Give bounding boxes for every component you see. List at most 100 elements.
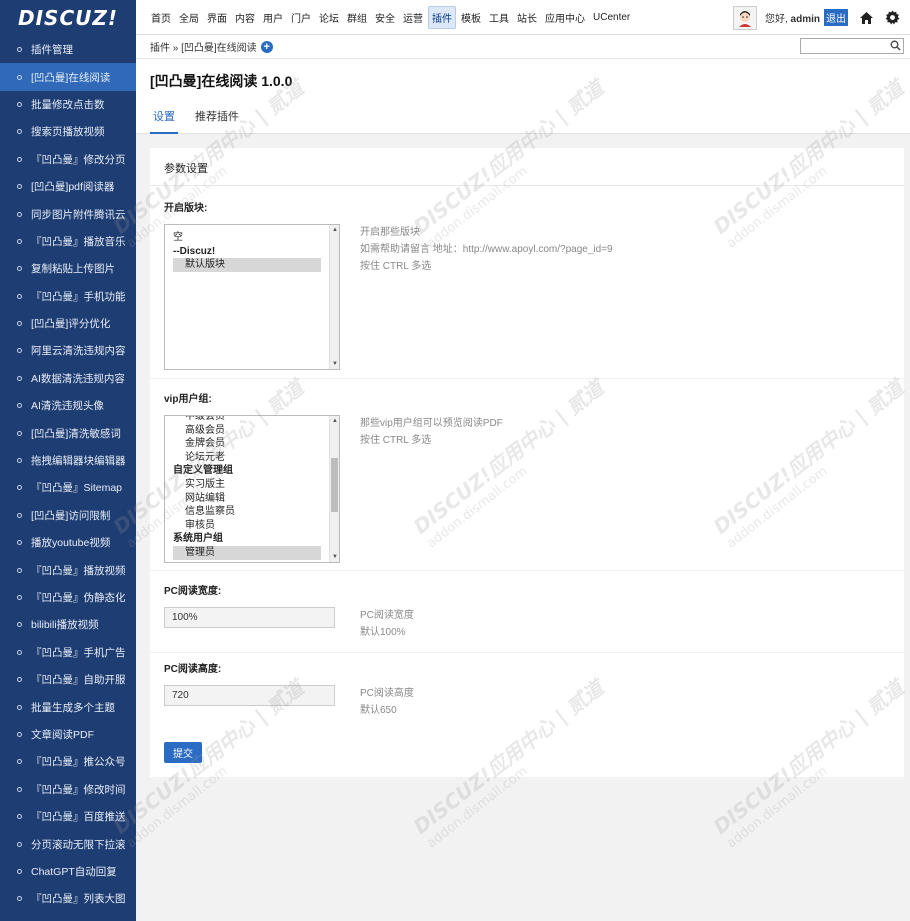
top-nav-item[interactable]: 门户 [288,7,314,28]
top-nav-item[interactable]: 运营 [400,7,426,28]
select-option[interactable]: 自定义管理组 [173,464,339,478]
sidebar-item[interactable]: 『凹凸曼』修改分页 [0,146,136,173]
block-scrollbar[interactable]: ▲ ▼ [329,225,339,369]
scroll-thumb[interactable] [331,458,338,512]
scroll-down-icon[interactable]: ▼ [332,361,338,367]
tab-recommend[interactable]: 推荐插件 [192,107,242,134]
sidebar-item[interactable]: 拖拽编辑器块编辑器 [0,447,136,474]
select-option[interactable]: 管理员 [173,545,321,560]
sidebar-item[interactable]: 搜索页播放视频 [0,118,136,145]
top-nav-item[interactable]: 首页 [148,7,174,28]
sidebar-item[interactable]: 『凹凸曼』列表大图 [0,885,136,912]
select-option[interactable]: 空 [173,231,339,245]
select-option[interactable]: 系统用户组 [173,532,339,546]
top-nav-item[interactable]: 安全 [372,7,398,28]
sidebar-item[interactable]: [凹凸曼]pdf阅读器 [0,173,136,200]
logout-button[interactable]: 退出 [824,9,848,26]
sidebar-item[interactable]: 插件管理 [0,36,136,63]
top-nav-item[interactable]: UCenter [590,9,633,26]
sidebar-item[interactable]: 『凹凸曼』修改时间 [0,776,136,803]
search-input[interactable] [800,38,904,54]
sidebar-item[interactable]: [凹凸曼]访问限制 [0,502,136,529]
bullet-icon [17,704,22,710]
select-option[interactable]: 高级会员 [173,424,339,438]
sidebar-item[interactable]: 『凹凸曼』Sitemap [0,474,136,501]
sidebar-item[interactable]: 『凹凸曼』手机广告 [0,639,136,666]
sidebar-item[interactable]: 阿里云清洗违规内容 [0,337,136,364]
discuz-logo[interactable]: DISCUZ! [0,0,136,36]
home-icon[interactable] [858,10,874,26]
bullet-icon [17,293,22,299]
sidebar-item-label: 播放youtube视频 [31,537,111,550]
top-nav-item[interactable]: 用户 [260,7,286,28]
sidebar-item[interactable]: [凹凸曼]评分优化 [0,310,136,337]
select-option[interactable]: 中级会员 [173,416,339,424]
bullet-icon [17,458,22,464]
breadcrumb-text[interactable]: 插件 » [凹凸曼]在线阅读 [150,39,257,54]
top-nav-item[interactable]: 全局 [176,7,202,28]
bullet-icon [17,814,22,820]
select-option[interactable]: 金牌会员 [173,437,339,451]
select-option[interactable]: 实习版主 [173,478,339,492]
sidebar-item[interactable]: AI清洗违规头像 [0,392,136,419]
top-nav-item[interactable]: 群组 [344,7,370,28]
select-option[interactable]: 默认版块 [173,258,321,272]
sidebar-item[interactable]: 『凹凸曼』推公众号 [0,748,136,775]
greeting: 您好, admin [765,10,820,25]
height-input[interactable] [164,685,335,706]
sidebar-item[interactable]: 分页滚动无限下拉滚 [0,830,136,857]
greeting-text: 您好, [764,14,788,25]
sidebar-item[interactable]: [凹凸曼]在线阅读 [0,63,136,91]
top-nav-item[interactable]: 工具 [486,7,512,28]
sidebar-item[interactable]: ChatGPT自动回复 [0,858,136,885]
sidebar-item[interactable]: AI数据清洗违规内容 [0,365,136,392]
top-nav-item[interactable]: 站长 [514,7,540,28]
vip-options: 中级会员 高级会员 金牌会员 论坛元老 自定义管理组 实习版主 网站编辑 信息监察员 审核员 系统… [165,416,339,560]
select-option[interactable]: --Discuz! [173,245,339,259]
scroll-down-icon[interactable]: ▼ [332,554,338,560]
vip-scrollbar[interactable]: ▲ ▼ [329,416,339,562]
sidebar-item-label: 插件管理 [31,44,73,57]
vip-select[interactable]: 中级会员 高级会员 金牌会员 论坛元老 自定义管理组 实习版主 网站编辑 信息监察员 审核员 系统… [164,415,340,563]
tab-settings[interactable]: 设置 [150,107,178,134]
select-option[interactable]: 信息监察员 [173,505,339,519]
submit-button[interactable]: 提交 [164,742,202,763]
sidebar-item[interactable]: 『凹凸曼』伪静态化 [0,584,136,611]
sidebar: DISCUZ! 插件管理 [凹凸曼]在线阅读 批量修改点击数 搜索页播放视频 『凹凸曼』… [0,0,136,921]
block-select[interactable]: 空 --Discuz! 默认版块 ▲ ▼ [164,224,340,370]
sidebar-item[interactable]: 文章阅读PDF [0,721,136,748]
select-option[interactable]: 网站编辑 [173,492,339,506]
plus-icon[interactable]: + [260,40,273,53]
top-nav-item[interactable]: 论坛 [316,7,342,28]
sidebar-item[interactable]: 『凹凸曼』手机功能 [0,283,136,310]
top-nav-item[interactable]: 插件 [428,5,456,29]
sidebar-item[interactable]: 批量生成多个主题 [0,693,136,720]
sidebar-item-label: 『凹凸曼』播放音乐 [31,235,126,248]
sidebar-item[interactable]: 『凹凸曼』播放视频 [0,556,136,583]
avatar-icon[interactable] [732,5,757,30]
sidebar-item[interactable]: bilibili播放视频 [0,611,136,638]
sidebar-item-label: 『凹凸曼』手机功能 [31,290,126,303]
top-nav-item[interactable]: 模板 [458,7,484,28]
bullet-icon [17,540,22,546]
bullet-icon [17,841,22,847]
select-option[interactable]: 审核员 [173,519,339,533]
search-icon[interactable] [890,40,901,54]
sidebar-item[interactable]: 『凹凸曼』播放音乐 [0,228,136,255]
sidebar-item[interactable]: 『凹凸曼』百度推送 [0,803,136,830]
top-nav-item[interactable]: 内容 [232,7,258,28]
sidebar-item[interactable]: [凹凸曼]清洗敏感词 [0,419,136,446]
scroll-up-icon[interactable]: ▲ [332,227,338,233]
sidebar-item[interactable]: 『凹凸曼』自助开服 [0,666,136,693]
sidebar-item[interactable]: 复制粘贴上传图片 [0,255,136,282]
sidebar-item[interactable]: 同步图片附件腾讯云 [0,200,136,227]
scroll-up-icon[interactable]: ▲ [332,418,338,424]
select-option[interactable]: 论坛元老 [173,451,339,465]
top-nav-item[interactable]: 应用中心 [542,7,588,28]
sidebar-item[interactable]: 批量修改点击数 [0,91,136,118]
sidebar-item[interactable]: 播放youtube视频 [0,529,136,556]
gear-icon[interactable] [884,10,900,26]
divider [150,570,904,571]
width-input[interactable] [164,607,335,628]
top-nav-item[interactable]: 界面 [204,7,230,28]
